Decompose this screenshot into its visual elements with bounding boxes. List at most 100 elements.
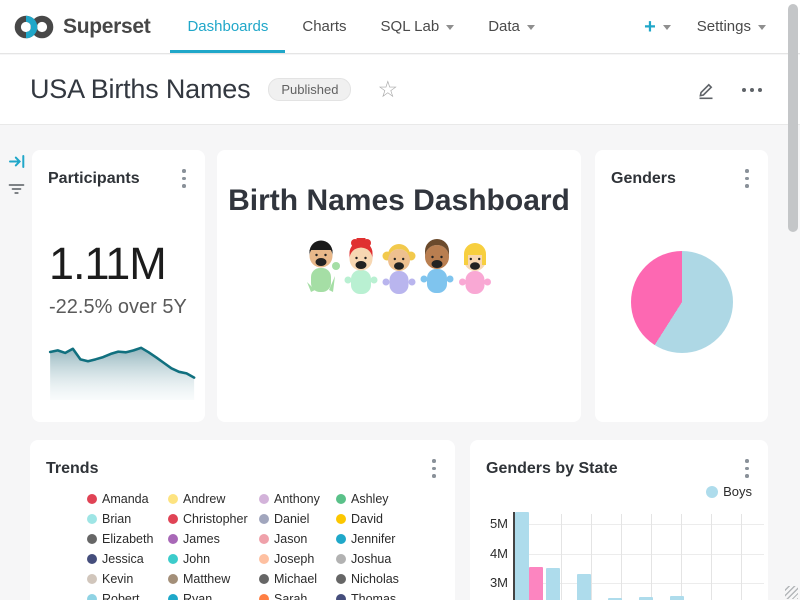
genders-pie-chart[interactable] [631,251,733,353]
legend-dot [259,574,269,584]
nav-item-sql-lab[interactable]: SQL Lab [364,0,472,53]
legend-item-jason[interactable]: Jason [259,529,336,549]
legend-label: Christopher [183,512,248,526]
header-actions [696,80,776,100]
plus-icon: + [644,17,656,37]
legend-dot [336,494,346,504]
legend-item-elizabeth[interactable]: Elizabeth [87,529,168,549]
legend-item-james[interactable]: James [168,529,259,549]
bar-boys-2[interactable] [577,574,591,600]
legend-item-andrew[interactable]: Andrew [168,489,259,509]
legend-label: Kevin [102,572,133,586]
favorite-star-icon[interactable]: ☆ [377,78,398,101]
legend-label: Thomas [351,592,396,600]
kebab-menu-icon[interactable] [426,459,442,478]
legend-item-nicholas[interactable]: Nicholas [336,569,416,589]
legend-item-anthony[interactable]: Anthony [259,489,336,509]
legend-item-joshua[interactable]: Joshua [336,549,416,569]
v-gridline [621,514,622,600]
settings-menu[interactable]: Settings [697,18,766,35]
superset-logo[interactable]: Superset [0,0,170,53]
markdown-heading: Birth Names Dashboard [217,184,581,218]
legend-label: Joseph [274,552,314,566]
bar-boys-0[interactable] [515,512,529,600]
infinity-logo-icon [14,13,54,41]
big-number-subheader: -22.5% over 5Y [49,296,187,319]
expand-filter-bar-icon[interactable] [8,153,26,175]
legend-label: James [183,532,220,546]
legend-dot [336,534,346,544]
children-illustration [301,238,497,300]
v-gridline [741,514,742,600]
legend-item-jessica[interactable]: Jessica [87,549,168,569]
v-gridline [561,514,562,600]
legend-dot [168,554,178,564]
legend-item-daniel[interactable]: Daniel [259,509,336,529]
legend-item-christopher[interactable]: Christopher [168,509,259,529]
legend-label: Jason [274,532,307,546]
page-title: USA Births Names [30,74,250,105]
legend-dot [87,594,97,600]
legend-dot [168,594,178,600]
edit-pencil-icon[interactable] [696,80,716,100]
v-gridline [711,514,712,600]
legend-dot [168,514,178,524]
legend-dot [87,534,97,544]
legend-dot [336,574,346,584]
card-resize-handle-icon[interactable] [785,586,798,599]
legend-label: Andrew [183,492,225,506]
card-title: Genders [611,170,676,188]
legend-item-john[interactable]: John [168,549,259,569]
bar-boys-5[interactable] [670,596,684,600]
legend-item-brian[interactable]: Brian [87,509,168,529]
legend-label: Robert [102,592,140,600]
nav-item-data[interactable]: Data [471,0,552,53]
legend-label: Nicholas [351,572,399,586]
h-gridline [514,554,764,555]
bar-boys-1[interactable] [546,568,560,600]
card-title: Participants [48,170,140,188]
status-badge[interactable]: Published [268,78,351,101]
legend-item-michael[interactable]: Michael [259,569,336,589]
legend-item-thomas[interactable]: Thomas [336,589,416,600]
nav-item-dashboards[interactable]: Dashboards [170,0,285,53]
vertical-scrollbar-thumb[interactable] [788,4,798,232]
more-actions-icon[interactable] [742,88,762,92]
legend-label: Matthew [183,572,230,586]
new-item-button[interactable]: + [644,17,671,37]
legend-item-jennifer[interactable]: Jennifer [336,529,416,549]
legend-dot [336,514,346,524]
legend-dot [87,514,97,524]
legend-dot [259,534,269,544]
legend-item-kevin[interactable]: Kevin [87,569,168,589]
v-gridline [591,514,592,600]
legend-dot [87,574,97,584]
legend-item-ryan[interactable]: Ryan [168,589,259,600]
kebab-menu-icon[interactable] [176,169,192,188]
chevron-down-icon [446,25,454,30]
y-axis-tick: 3M [474,575,508,590]
legend-label: Sarah [274,592,307,600]
legend-label: John [183,552,210,566]
filter-icon[interactable] [7,181,26,202]
legend-item-amanda[interactable]: Amanda [87,489,168,509]
trends-legend: Amanda Andrew AnthonyAshley Brian Christophe… [87,489,416,600]
nav-label: Data [488,18,520,35]
legend-item-david[interactable]: David [336,509,416,529]
genders-by-state-bar-chart: 5M4M3M [470,440,768,600]
card-title: Trends [46,460,98,478]
legend-item-sarah[interactable]: Sarah [259,589,336,600]
legend-item-joseph[interactable]: Joseph [259,549,336,569]
legend-dot [87,494,97,504]
v-gridline [651,514,652,600]
nav-item-charts[interactable]: Charts [285,0,363,53]
legend-dot [259,514,269,524]
legend-dot [168,574,178,584]
bar-girls-0[interactable] [529,567,543,600]
participants-card: Participants 1.11M -22.5% over 5Y [32,150,205,422]
participants-sparkline-chart [48,338,197,402]
legend-item-robert[interactable]: Robert [87,589,168,600]
legend-item-matthew[interactable]: Matthew [168,569,259,589]
legend-item-ashley[interactable]: Ashley [336,489,416,509]
kebab-menu-icon[interactable] [739,169,755,188]
